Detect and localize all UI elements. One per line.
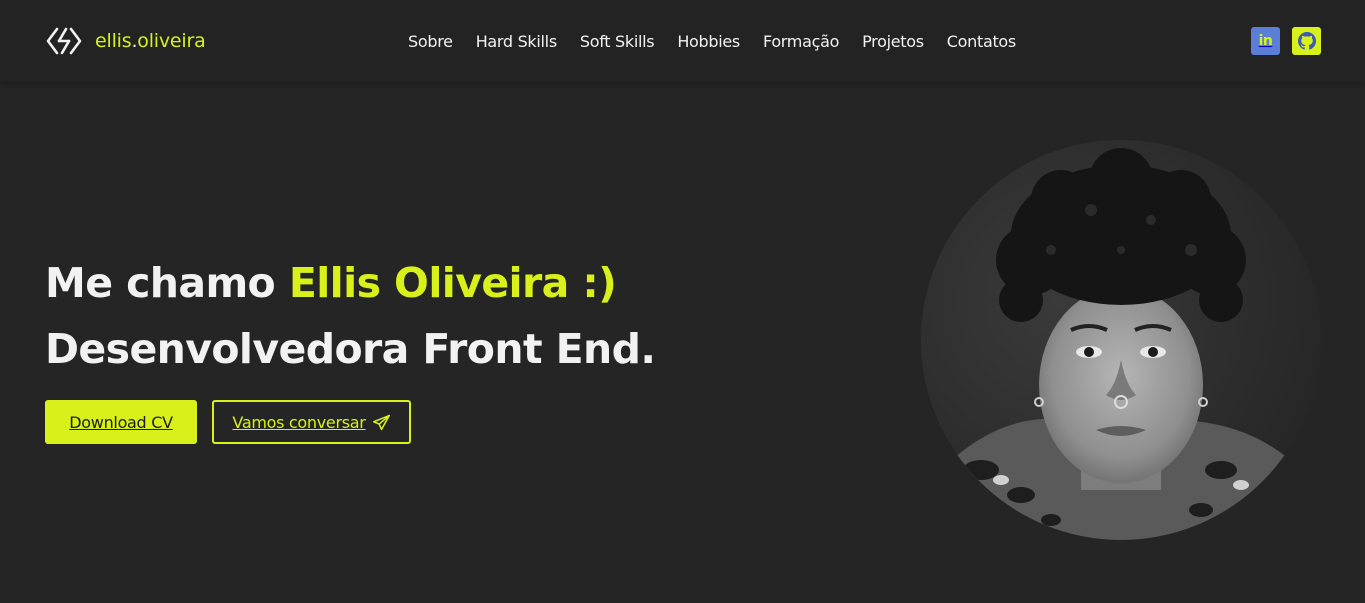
brand-name-first: ellis xyxy=(95,30,132,52)
contact-button[interactable]: Vamos conversar xyxy=(212,400,411,444)
navbar: ellis.oliveira Sobre Hard Skills Soft Sk… xyxy=(0,0,1365,82)
code-brackets-logo-icon xyxy=(46,27,82,55)
nav-item-formacao: Formação xyxy=(763,32,839,51)
nav-item-soft-skills: Soft Skills xyxy=(580,32,655,51)
github-icon xyxy=(1297,32,1316,50)
hero-greeting-line: Me chamo Ellis Oliveira :) xyxy=(45,250,825,316)
nav-item-hard-skills: Hard Skills xyxy=(476,32,557,51)
github-button[interactable] xyxy=(1292,27,1321,55)
hero-title: Me chamo Ellis Oliveira :) Desenvolvedor… xyxy=(45,250,825,382)
download-cv-button[interactable]: Download CV xyxy=(45,400,197,444)
nav-link-formacao[interactable]: Formação xyxy=(763,32,839,51)
nav-link-projetos[interactable]: Projetos xyxy=(862,32,924,51)
nav-item-projetos: Projetos xyxy=(862,32,924,51)
nav-link-contatos[interactable]: Contatos xyxy=(947,32,1016,51)
contact-label: Vamos conversar xyxy=(232,412,366,432)
nav-link-soft-skills[interactable]: Soft Skills xyxy=(580,32,655,51)
hero-name: Ellis Oliveira :) xyxy=(288,259,617,307)
hero-role: Desenvolvedora Front End. xyxy=(45,325,656,373)
nav-menu: Sobre Hard Skills Soft Skills Hobbies Fo… xyxy=(408,28,1016,54)
brand-name-last: oliveira xyxy=(137,30,206,52)
hero-greeting: Me chamo xyxy=(45,259,289,307)
profile-photo-illustration xyxy=(921,140,1321,540)
nav-link-sobre[interactable]: Sobre xyxy=(408,32,453,51)
linkedin-icon: in xyxy=(1258,33,1273,49)
nav-link-hobbies[interactable]: Hobbies xyxy=(677,32,740,51)
linkedin-button[interactable]: in xyxy=(1251,27,1280,55)
profile-photo xyxy=(921,140,1321,540)
brand-link[interactable]: ellis.oliveira xyxy=(45,24,206,58)
download-cv-label: Download CV xyxy=(69,412,173,432)
nav-link-hard-skills[interactable]: Hard Skills xyxy=(476,32,557,51)
nav-item-hobbies: Hobbies xyxy=(677,32,740,51)
brand-name: ellis.oliveira xyxy=(95,30,206,52)
nav-item-contatos: Contatos xyxy=(947,32,1016,51)
nav-item-sobre: Sobre xyxy=(408,32,453,51)
paper-plane-icon xyxy=(372,414,390,430)
